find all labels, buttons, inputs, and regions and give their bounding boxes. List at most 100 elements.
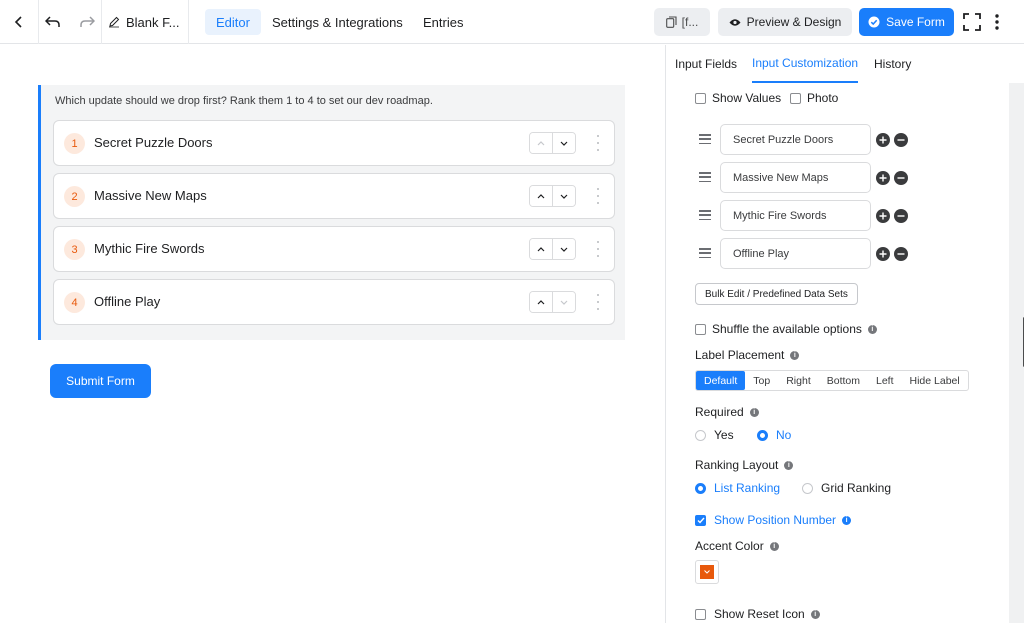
placement-option-top[interactable]: Top: [745, 371, 778, 390]
add-option-button[interactable]: [876, 171, 890, 185]
placement-option-left[interactable]: Left: [868, 371, 902, 390]
rank-item[interactable]: 3 Mythic Fire Swords: [53, 226, 615, 272]
drag-handle-icon[interactable]: [699, 210, 711, 220]
label-placement-heading: Label Placement i: [695, 348, 800, 362]
move-down-button[interactable]: [552, 292, 575, 312]
ranking-field-card[interactable]: Which update should we drop first? Rank …: [38, 85, 625, 340]
checkbox-box[interactable]: [790, 92, 801, 104]
tab-settings-integrations[interactable]: Settings & Integrations: [261, 9, 414, 35]
minus-icon: [897, 139, 905, 141]
plus-icon: [879, 136, 887, 144]
more-options-button[interactable]: [988, 0, 1006, 44]
move-down-button[interactable]: [552, 239, 575, 259]
placement-option-right[interactable]: Right: [778, 371, 819, 390]
panel-scrollbar-track[interactable]: [1009, 83, 1024, 623]
ranking-layout-title: Ranking Layout: [695, 458, 779, 472]
bulk-edit-button[interactable]: Bulk Edit / Predefined Data Sets: [695, 283, 858, 305]
move-up-button[interactable]: [530, 133, 552, 153]
option-input[interactable]: Massive New Maps: [720, 162, 871, 193]
required-yes-label: Yes: [714, 428, 734, 442]
photo-checkbox[interactable]: Photo: [790, 91, 838, 105]
option-input[interactable]: Offline Play: [720, 238, 871, 269]
customization-body: Show Values Photo Secret Puzzle Doors Ma…: [666, 83, 1009, 623]
plus-icon: [879, 174, 887, 182]
drag-handle-icon[interactable]: [595, 188, 601, 204]
placement-option-bottom[interactable]: Bottom: [819, 371, 868, 390]
submit-form-button[interactable]: Submit Form: [50, 364, 151, 398]
divider: [38, 0, 39, 44]
option-input[interactable]: Secret Puzzle Doors: [720, 124, 871, 155]
rank-item[interactable]: 2 Massive New Maps: [53, 173, 615, 219]
back-button[interactable]: [0, 0, 38, 44]
move-up-button[interactable]: [530, 292, 552, 312]
radio-circle[interactable]: [757, 429, 768, 441]
option-input[interactable]: Mythic Fire Swords: [720, 200, 871, 231]
show-reset-icon-checkbox[interactable]: Show Reset Icon i: [695, 607, 820, 621]
add-option-button[interactable]: [876, 133, 890, 147]
show-values-checkbox[interactable]: Show Values: [695, 91, 781, 105]
rank-item[interactable]: 4 Offline Play: [53, 279, 615, 325]
remove-option-button[interactable]: [894, 171, 908, 185]
plus-icon: [879, 250, 887, 258]
checkbox-box[interactable]: [695, 608, 706, 620]
drag-handle-icon[interactable]: [699, 172, 711, 182]
placement-option-default[interactable]: Default: [696, 371, 746, 390]
rank-item[interactable]: 1 Secret Puzzle Doors: [53, 120, 615, 166]
form-title-text: Blank F...: [126, 14, 180, 30]
show-position-number-checkbox[interactable]: Show Position Number i: [695, 513, 852, 527]
tab-input-fields[interactable]: Input Fields: [675, 45, 737, 83]
drag-handle-icon[interactable]: [595, 241, 601, 257]
add-option-button[interactable]: [876, 247, 890, 261]
required-title: Required: [695, 405, 744, 419]
drag-handle-icon[interactable]: [699, 248, 711, 258]
undo-icon: [45, 16, 60, 27]
drag-handle-icon[interactable]: [595, 135, 601, 151]
rank-item-label: Massive New Maps: [94, 188, 207, 203]
tab-history[interactable]: History: [874, 45, 911, 83]
drag-handle-icon[interactable]: [595, 294, 601, 310]
drag-handle-icon[interactable]: [699, 134, 711, 144]
radio-circle[interactable]: [695, 429, 706, 441]
remove-option-button[interactable]: [894, 209, 908, 223]
required-yes-radio[interactable]: Yes: [695, 428, 734, 442]
add-option-button[interactable]: [876, 209, 890, 223]
undo-button[interactable]: [40, 0, 66, 44]
move-up-button[interactable]: [530, 239, 552, 259]
grid-ranking-radio[interactable]: Grid Ranking: [802, 481, 891, 495]
tab-editor[interactable]: Editor: [205, 9, 261, 35]
show-position-label: Show Position Number: [714, 513, 837, 527]
show-reset-label: Show Reset Icon: [714, 607, 805, 621]
shortcode-text: [f...: [681, 15, 699, 29]
checkbox-box[interactable]: [695, 514, 706, 526]
shuffle-options-checkbox[interactable]: Shuffle the available options i: [695, 322, 877, 336]
list-ranking-radio[interactable]: List Ranking: [695, 481, 780, 495]
accent-color-picker[interactable]: [695, 560, 719, 584]
tab-entries[interactable]: Entries: [412, 9, 474, 35]
accent-color-title: Accent Color: [695, 539, 764, 553]
remove-option-button[interactable]: [894, 247, 908, 261]
move-down-button[interactable]: [552, 186, 575, 206]
move-up-button[interactable]: [530, 186, 552, 206]
tab-input-customization[interactable]: Input Customization: [752, 45, 859, 83]
radio-circle[interactable]: [802, 482, 813, 494]
panel-tabs: Input Fields Input Customization History: [666, 45, 1024, 83]
move-down-button[interactable]: [552, 133, 575, 153]
form-title[interactable]: Blank F...: [108, 0, 179, 44]
fullscreen-button[interactable]: [960, 0, 984, 44]
ranking-layout-heading: Ranking Layout i: [695, 458, 794, 472]
save-form-button[interactable]: Save Form: [859, 8, 954, 36]
placement-option-hide-label[interactable]: Hide Label: [902, 371, 968, 390]
redo-icon: [80, 16, 95, 27]
required-no-radio[interactable]: No: [757, 428, 791, 442]
kebab-menu-icon: [995, 14, 999, 30]
chevron-up-icon: [537, 246, 545, 251]
checkbox-box[interactable]: [695, 323, 706, 335]
redo-button[interactable]: [74, 0, 100, 44]
checkbox-box[interactable]: [695, 92, 706, 104]
remove-option-button[interactable]: [894, 133, 908, 147]
plus-icon: [879, 212, 887, 220]
radio-circle[interactable]: [695, 482, 706, 494]
shortcode-button[interactable]: [f...: [654, 8, 710, 36]
preview-design-button[interactable]: Preview & Design: [718, 8, 852, 36]
show-values-label: Show Values: [712, 91, 782, 105]
